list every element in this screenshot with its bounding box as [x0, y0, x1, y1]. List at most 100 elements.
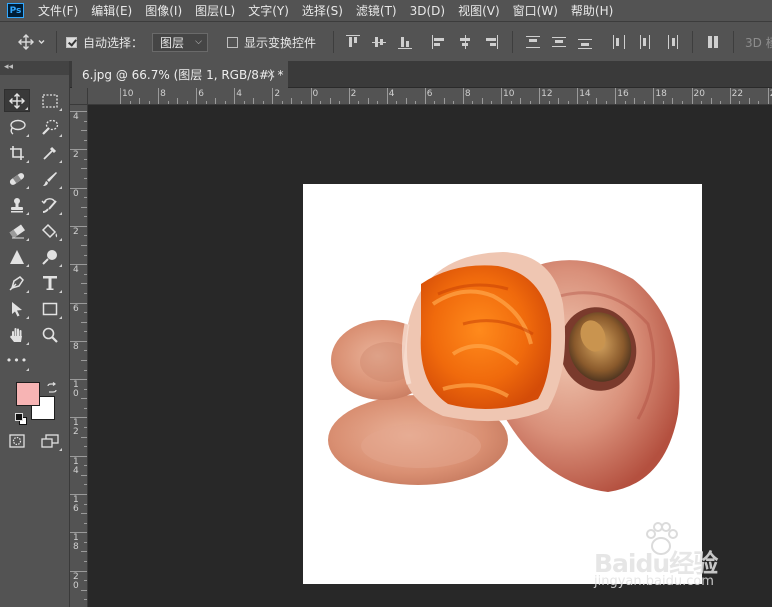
ruler-major-tick: [158, 88, 160, 104]
ruler-minor-tick: [624, 101, 626, 104]
default-colors-icon[interactable]: [15, 413, 27, 425]
dodge-tool[interactable]: [37, 245, 63, 268]
auto-select-target-value: 图层: [160, 35, 185, 50]
ruler-minor-tick: [81, 398, 87, 400]
ruler-major-tick: [424, 88, 426, 104]
ruler-minor-tick: [84, 273, 87, 275]
foreground-color-swatch[interactable]: [16, 382, 40, 406]
menu-3d[interactable]: 3D(D): [410, 4, 445, 18]
photoshop-logo[interactable]: Ps: [7, 3, 24, 18]
distribute-vertical-centers-icon[interactable]: [552, 35, 566, 49]
document-tab[interactable]: 6.jpg @ 66.7% (图层 1, RGB/8#) * ×: [72, 61, 288, 88]
ruler-minor-tick: [510, 101, 512, 104]
paint-bucket-tool[interactable]: [37, 219, 63, 242]
hand-tool[interactable]: [4, 323, 30, 346]
eraser-tool[interactable]: [4, 219, 30, 242]
clone-stamp-tool[interactable]: [4, 193, 30, 216]
align-top-edges-icon[interactable]: [346, 35, 360, 49]
edit-toolbar-button[interactable]: •••: [4, 349, 30, 372]
ruler-minor-tick: [84, 139, 87, 141]
ruler-minor-tick: [84, 407, 87, 409]
show-transform-checkbox[interactable]: [227, 36, 238, 48]
screen-mode-button[interactable]: [37, 429, 63, 452]
quick-selection-tool[interactable]: [37, 115, 63, 138]
align-left-edges-icon[interactable]: [432, 35, 446, 49]
menu-filter[interactable]: 滤镜(T): [356, 2, 397, 19]
tool-flyout-indicator: [26, 342, 29, 345]
divider: [333, 31, 334, 53]
distribute-left-icon[interactable]: [612, 35, 626, 49]
distribute-horizontal-centers-icon[interactable]: [638, 35, 652, 49]
blur-tool[interactable]: [4, 245, 30, 268]
swap-colors-icon[interactable]: [46, 379, 58, 393]
type-tool[interactable]: [37, 271, 63, 294]
auto-align-layers-icon[interactable]: [706, 35, 720, 49]
healing-brush-tool[interactable]: [4, 167, 30, 190]
quick-mask-button[interactable]: [4, 429, 30, 452]
tool-flyout-indicator: [26, 160, 29, 163]
menu-layer[interactable]: 图层(L): [195, 2, 235, 19]
ruler-minor-tick: [139, 98, 141, 104]
distribute-top-icon[interactable]: [526, 35, 540, 49]
crop-icon: [10, 145, 24, 160]
align-vertical-centers-icon[interactable]: [372, 35, 386, 49]
ruler-label: 0: [312, 89, 319, 99]
ruler-minor-tick: [243, 101, 245, 104]
eraser-icon: [9, 224, 26, 238]
ruler-origin[interactable]: [70, 88, 88, 105]
menu-window[interactable]: 窗口(W): [513, 2, 558, 19]
menu-view[interactable]: 视图(V): [458, 2, 500, 19]
ruler-minor-tick: [491, 101, 493, 104]
ruler-label: 10: [73, 380, 79, 400]
menu-file[interactable]: 文件(F): [38, 2, 78, 19]
ruler-minor-tick: [720, 101, 722, 104]
menu-image[interactable]: 图像(I): [145, 2, 182, 19]
ruler-minor-tick: [84, 369, 87, 371]
quick-mask-icon: [9, 433, 25, 448]
toolbox-panel: ◂◂ •••: [0, 61, 70, 607]
align-right-edges-icon[interactable]: [484, 35, 498, 49]
move-tool[interactable]: [4, 89, 30, 112]
menu-edit[interactable]: 编辑(E): [91, 2, 132, 19]
horizontal-ruler[interactable]: 108642024681012141618202224: [88, 88, 772, 105]
eyedropper-tool[interactable]: [37, 141, 63, 164]
path-selection-tool[interactable]: [4, 297, 30, 320]
lasso-tool[interactable]: [4, 115, 30, 138]
menu-bar: Ps 文件(F) 编辑(E) 图像(I) 图层(L) 文字(Y) 选择(S) 滤…: [0, 0, 772, 21]
close-tab-icon[interactable]: ×: [266, 67, 276, 81]
ruler-minor-tick: [339, 101, 341, 104]
hand-icon: [10, 327, 22, 342]
marquee-tool[interactable]: [37, 89, 63, 112]
menu-help[interactable]: 帮助(H): [571, 2, 613, 19]
divider: [733, 31, 734, 53]
tool-flyout-indicator: [59, 212, 62, 215]
crop-tool[interactable]: [4, 141, 30, 164]
align-horizontal-centers-icon[interactable]: [458, 35, 472, 49]
auto-select-target-dropdown[interactable]: 图层 ⌵: [152, 32, 208, 52]
history-brush-tool[interactable]: [37, 193, 63, 216]
ruler-minor-tick: [434, 101, 436, 104]
menu-select[interactable]: 选择(S): [302, 2, 343, 19]
arrow-pointer-icon: [12, 301, 22, 316]
move-tool-preset[interactable]: [18, 22, 46, 62]
toolbox-header[interactable]: ◂◂: [0, 61, 69, 75]
rectangle-tool[interactable]: [37, 297, 63, 320]
distribute-bottom-icon[interactable]: [578, 35, 592, 49]
menu-type[interactable]: 文字(Y): [248, 2, 289, 19]
vertical-ruler[interactable]: 4202468101214161820: [70, 105, 88, 607]
zoom-tool[interactable]: [37, 323, 63, 346]
collapse-panel-icon[interactable]: ◂◂: [4, 62, 13, 72]
move-icon: [9, 92, 25, 109]
ruler-label: 10: [503, 89, 515, 99]
ruler-minor-tick: [81, 168, 87, 170]
ruler-label: 20: [73, 571, 79, 591]
align-bottom-edges-icon[interactable]: [398, 35, 412, 49]
auto-select-checkbox[interactable]: [66, 36, 77, 48]
distribute-right-icon[interactable]: [664, 35, 678, 49]
show-transform-label: 显示变换控件: [244, 35, 317, 50]
brush-tool[interactable]: [37, 167, 63, 190]
pen-tool[interactable]: [4, 271, 30, 294]
ruler-minor-tick: [662, 101, 664, 104]
paint-bucket-icon: [41, 223, 58, 238]
tool-flyout-indicator: [26, 134, 29, 137]
